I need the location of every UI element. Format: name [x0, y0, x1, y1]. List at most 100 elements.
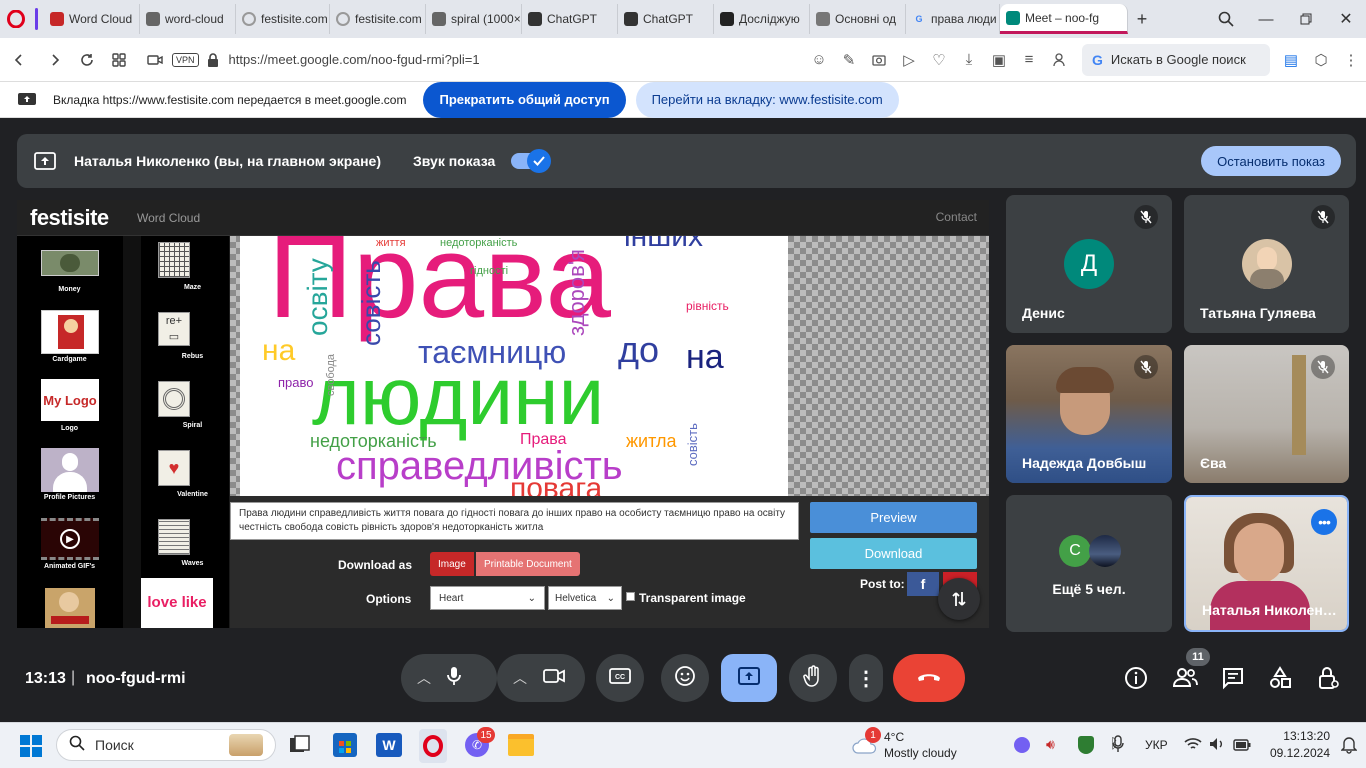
cardgame-thumb[interactable]	[41, 310, 99, 354]
start-icon[interactable]	[20, 735, 42, 757]
money-thumb[interactable]	[41, 250, 99, 276]
opera-taskbar-icon[interactable]	[419, 729, 447, 763]
spiral-thumb[interactable]	[158, 381, 190, 417]
close-window-button[interactable]: ✕	[1326, 4, 1366, 34]
browser-tab[interactable]: word-cloud	[140, 4, 236, 34]
maximize-button[interactable]	[1286, 4, 1326, 34]
captions-button[interactable]: CC	[596, 654, 644, 702]
wifi-icon[interactable]	[1184, 737, 1202, 751]
viber-tray-icon[interactable]	[1014, 737, 1030, 753]
printable-format-button[interactable]: Printable Document	[476, 552, 580, 576]
browser-tab[interactable]: festisite.com	[236, 4, 330, 34]
google-search-box[interactable]: G Искать в Google поиск	[1082, 43, 1270, 76]
sidebar-panel-icon[interactable]: ▤	[1276, 45, 1306, 75]
participant-tile-denys[interactable]: Д Денис	[1006, 195, 1172, 333]
word-icon[interactable]: W	[376, 733, 402, 757]
valentine-thumb[interactable]: ♥	[158, 450, 190, 486]
animated-gif-thumb[interactable]: ▶	[41, 518, 99, 560]
task-view-icon[interactable]	[289, 735, 311, 755]
animated-gif-label[interactable]: Animated GIF's	[17, 563, 122, 570]
language-indicator[interactable]: УКР	[1145, 738, 1168, 752]
mic-tray-icon[interactable]	[1112, 735, 1124, 753]
reactions-button[interactable]	[661, 654, 709, 702]
browser-tab[interactable]: Gправа люди	[906, 4, 1000, 34]
emoji-icon[interactable]: ☺	[804, 45, 834, 75]
facebook-share-icon[interactable]: f	[907, 572, 939, 596]
lock-icon[interactable]	[207, 52, 219, 67]
browser-tab[interactable]: festisite.com	[330, 4, 426, 34]
audio-options-button[interactable]: ︿	[401, 654, 497, 702]
leave-call-button[interactable]	[893, 654, 965, 702]
present-now-button[interactable]	[721, 654, 777, 702]
participant-tile-self[interactable]: ••• Наталья Николен…	[1184, 495, 1349, 632]
participant-tile-nadezhda[interactable]: Надежда Довбыш	[1006, 345, 1172, 483]
clock-date[interactable]: 09.12.2024	[1262, 746, 1330, 760]
browser-tab[interactable]: Word Cloud	[44, 4, 140, 34]
battery-icon[interactable]	[1233, 738, 1251, 751]
camera-indicator-icon[interactable]	[140, 45, 170, 75]
activities-icon[interactable]	[1268, 666, 1294, 692]
speaker-icon[interactable]	[1209, 737, 1225, 751]
festisite-nav-title[interactable]: Word Cloud	[137, 211, 200, 225]
logo-label[interactable]: Logo	[17, 425, 122, 432]
forward-icon[interactable]	[40, 45, 70, 75]
love-like-thumb[interactable]: love like	[141, 578, 213, 628]
file-explorer-icon[interactable]	[508, 734, 534, 756]
browser-tab[interactable]: Meet – noo-fg	[1000, 4, 1128, 34]
stop-presenting-button[interactable]: Остановить показ	[1201, 146, 1341, 176]
browser-tab[interactable]: spiral (1000×	[426, 4, 522, 34]
preview-button[interactable]: Preview	[810, 502, 977, 533]
browser-tab[interactable]: ChatGPT	[618, 4, 714, 34]
people-icon[interactable]	[1172, 666, 1200, 692]
security-tray-icon[interactable]	[1078, 736, 1094, 754]
minimize-button[interactable]: —	[1246, 4, 1286, 34]
font-select[interactable]: Helvetica ⌄	[548, 586, 622, 610]
store-icon[interactable]	[333, 733, 357, 757]
money-label[interactable]: Money	[17, 286, 122, 293]
host-controls-icon[interactable]	[1316, 666, 1342, 692]
word-input[interactable]: Права людини справедливість життя повага…	[230, 502, 799, 540]
more-menu-icon[interactable]: ⋮	[1336, 45, 1366, 75]
profile-label[interactable]: Profile Pictures	[17, 494, 122, 501]
clock-time[interactable]: 13:13:20	[1268, 729, 1330, 743]
browser-tab[interactable]: Основні од	[810, 4, 906, 34]
poster-thumb[interactable]	[45, 588, 95, 628]
cardgame-label[interactable]: Cardgame	[17, 356, 122, 363]
raise-hand-button[interactable]	[789, 654, 837, 702]
waves-thumb[interactable]	[158, 519, 190, 555]
weather-condition[interactable]: Mostly cloudy	[884, 746, 957, 760]
more-options-button[interactable]: ⋮	[849, 654, 883, 702]
participant-tile-tatiana[interactable]: Татьяна Гуляева	[1184, 195, 1349, 333]
snapshot-icon[interactable]	[864, 45, 894, 75]
chat-icon[interactable]	[1221, 666, 1247, 692]
send-icon[interactable]: ▷	[894, 45, 924, 75]
profile-icon[interactable]	[1044, 45, 1074, 75]
download-button[interactable]: Download	[810, 538, 977, 569]
tab-search-icon[interactable]	[1206, 4, 1246, 34]
extensions-icon[interactable]: ⬡	[1306, 45, 1336, 75]
back-icon[interactable]	[4, 45, 34, 75]
image-format-button[interactable]: Image	[430, 552, 474, 576]
festisite-logo[interactable]: festisite	[30, 205, 109, 231]
word-cloud-canvas[interactable]: Права людини справедливість таємницю до …	[230, 236, 989, 496]
logo-thumb[interactable]: My Logo	[41, 379, 99, 421]
rebus-thumb[interactable]: re+ ▭	[158, 312, 190, 346]
heart-icon[interactable]: ♡	[924, 45, 954, 75]
shape-select[interactable]: Heart ⌄	[430, 586, 545, 610]
new-tab-button[interactable]: +	[1128, 0, 1156, 38]
more-options-icon[interactable]: •••	[1311, 509, 1337, 535]
url-field[interactable]: https://meet.google.com/noo-fgud-rmi?pli…	[229, 52, 789, 67]
vpn-badge[interactable]: VPN	[172, 52, 199, 67]
maze-thumb[interactable]	[158, 242, 190, 278]
reload-icon[interactable]	[72, 45, 102, 75]
edit-icon[interactable]: ✎	[834, 45, 864, 75]
transparent-checkbox[interactable]	[626, 592, 635, 601]
browser-tab[interactable]: ChatGPT	[522, 4, 618, 34]
weather-temp[interactable]: 4°C	[884, 730, 904, 744]
opera-menu-icon[interactable]	[0, 0, 32, 38]
volume-tray-icon[interactable]: 🔊︎	[1046, 736, 1055, 753]
browser-tab[interactable]: Досліджую	[714, 4, 810, 34]
stop-sharing-button[interactable]: Прекратить общий доступ	[423, 81, 626, 118]
meeting-info-icon[interactable]	[1124, 666, 1150, 692]
goto-tab-button[interactable]: Перейти на вкладку: www.festisite.com	[635, 81, 899, 118]
